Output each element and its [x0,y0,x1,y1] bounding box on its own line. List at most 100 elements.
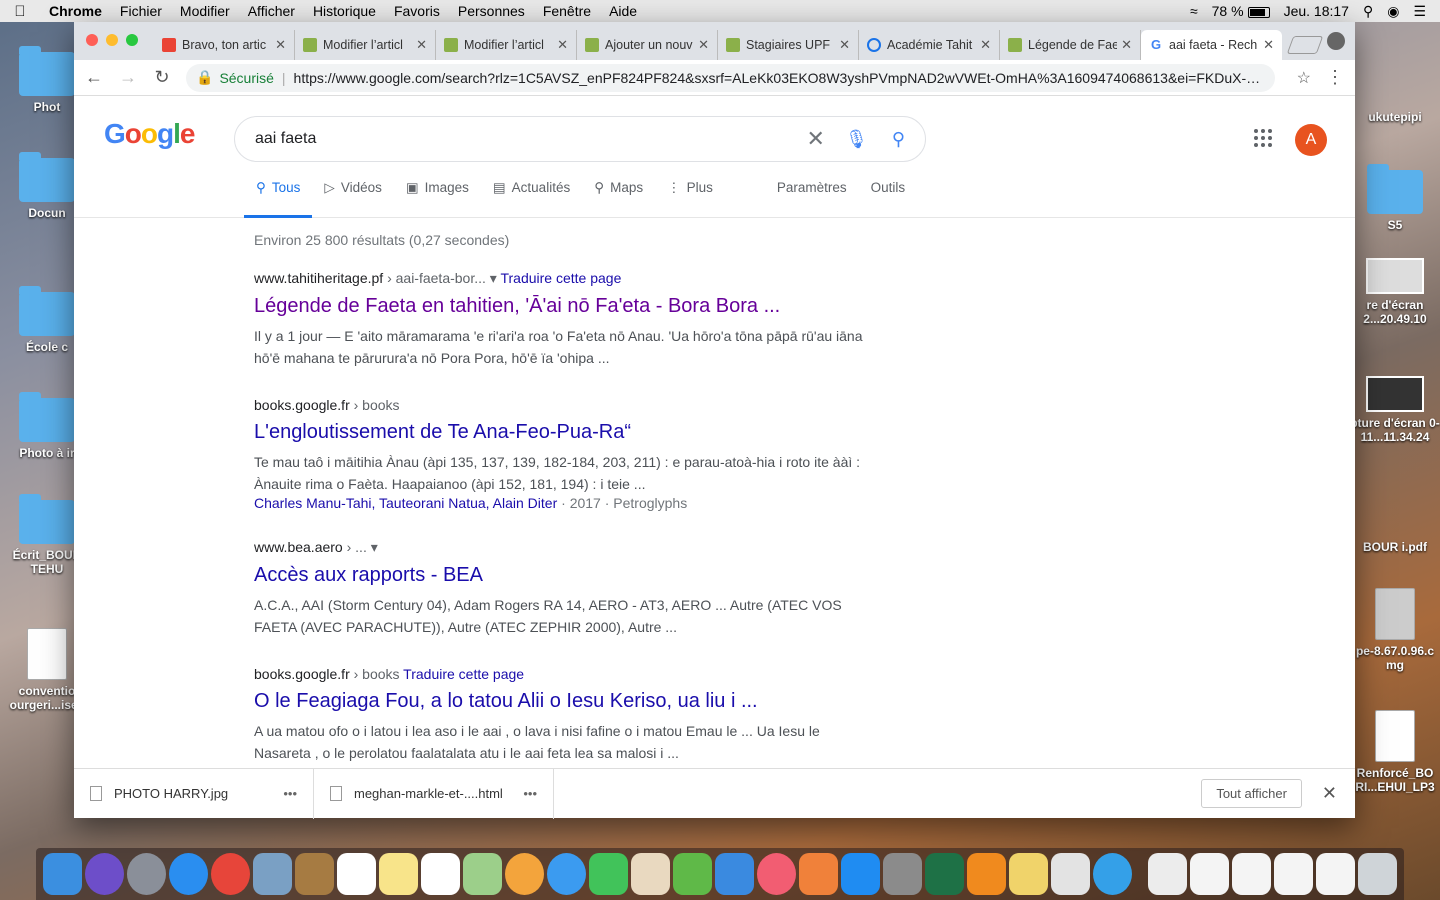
notification-center-icon[interactable]: ☰ [1413,3,1426,20]
facetime-icon[interactable] [589,853,628,895]
tab-plus[interactable]: ⋮ Plus [655,180,725,218]
tab-maps[interactable]: ⚲ Maps [582,180,655,218]
search-box[interactable]: aai faeta ✕ 🎙 ⚲ [234,116,926,162]
photo-booth-icon[interactable] [631,853,670,895]
wifi-icon[interactable]: ≈ [1190,3,1198,19]
siri-icon[interactable] [85,853,124,895]
close-icon[interactable]: ✕ [1322,783,1337,804]
apple-icon[interactable]:  [0,3,40,20]
back-arrow-icon[interactable]: ← [84,67,104,88]
tab-parametres[interactable]: Paramètres [765,180,859,218]
search-input[interactable]: aai faeta [255,130,807,148]
itunes-icon[interactable] [757,853,796,895]
close-tab-icon[interactable]: ✕ [416,37,427,53]
browser-tab[interactable]: Ajouter un nouv ✕ [577,30,718,60]
grapher-icon[interactable] [1051,853,1090,895]
result-title-link[interactable]: L'engloutissement de Te Ana-Feo-Pua-Ra“ [254,419,874,445]
numbers-icon[interactable] [673,853,712,895]
document-icon[interactable] [1274,853,1313,895]
safari-icon[interactable] [169,853,208,895]
result-site[interactable]: www.bea.aero [254,539,343,555]
menu-item-favoris[interactable]: Favoris [385,3,449,19]
reload-icon[interactable]: ↻ [152,67,172,88]
zoom-window-button[interactable] [126,34,138,46]
excel-icon[interactable] [925,853,964,895]
translate-link[interactable]: Traduire cette page [500,270,621,286]
contacts-icon[interactable] [295,853,334,895]
browser-tab[interactable]: Légende de Fae ✕ [1000,30,1141,60]
profile-icon[interactable] [1327,32,1345,50]
browser-tab-active[interactable]: Gaai faeta - Rech ✕ [1141,30,1282,60]
document-icon[interactable] [1148,853,1187,895]
tab-outils[interactable]: Outils [859,180,918,218]
apps-grid-icon[interactable] [1254,129,1272,147]
browser-tab[interactable]: Modifier l’articl ✕ [295,30,436,60]
desktop-item[interactable]: Renforcé_BO RI...EHUI_LP3 [1350,710,1440,794]
close-tab-icon[interactable]: ✕ [1121,37,1132,53]
battery-status[interactable]: 78 % [1212,3,1270,19]
mail-icon[interactable] [253,853,292,895]
download-item[interactable]: PHOTO HARRY.jpg ••• [74,768,314,819]
result-title-link[interactable]: Accès aux rapports - BEA [254,562,874,588]
browser-tab[interactable]: Stagiaires UPF ✕ [718,30,859,60]
close-tab-icon[interactable]: ✕ [275,37,286,53]
result-site[interactable]: books.google.fr [254,397,350,413]
microphone-icon[interactable]: 🎙 [845,129,868,150]
vlc-icon[interactable] [967,853,1006,895]
tab-actualites[interactable]: ▤ Actualités [481,180,582,218]
tab-videos[interactable]: ▷ Vidéos [312,180,393,218]
tab-tous[interactable]: ⚲ Tous [244,180,313,218]
account-avatar[interactable]: A [1295,124,1327,156]
messages-icon[interactable] [547,853,586,895]
result-site[interactable]: books.google.fr [254,666,350,682]
translate-link[interactable]: Traduire cette page [403,666,524,682]
desktop-item[interactable]: BOUR i.pdf [1350,540,1440,554]
reminders-icon[interactable] [421,853,460,895]
desktop-item[interactable]: re d'écran 2...20.49.10 [1350,258,1440,326]
clear-icon[interactable]: ✕ [807,126,825,152]
close-tab-icon[interactable]: ✕ [557,37,568,53]
browser-tab[interactable]: Modifier l’articl ✕ [436,30,577,60]
close-tab-icon[interactable]: ✕ [698,37,709,53]
google-logo[interactable]: Google [104,118,195,150]
desktop-item[interactable]: pture d'écran 0-11...11.34.24 [1350,376,1440,444]
show-all-button[interactable]: Tout afficher [1201,779,1302,808]
clock[interactable]: Jeu. 18:17 [1284,3,1349,19]
result-title-link[interactable]: O le Feagiaga Fou, a lo tatou Alii o Ies… [254,688,874,714]
result-site[interactable]: www.tahitiheritage.pf [254,270,383,286]
calendar-icon[interactable] [337,853,376,895]
menu-item-fichier[interactable]: Fichier [111,3,171,19]
bookmark-star-icon[interactable]: ☆ [1297,68,1311,88]
forward-arrow-icon[interactable]: → [118,67,138,88]
desktop-item[interactable]: ukutepipi [1350,110,1440,124]
launchpad-icon[interactable] [127,853,166,895]
menu-item-modifier[interactable]: Modifier [171,3,239,19]
desktop-item[interactable]: S5 [1350,164,1440,232]
address-bar[interactable]: 🔒 Sécurisé | https://www.google.com/sear… [186,63,1275,92]
authors-links[interactable]: Charles Manu-Tahi, Tauteorani Natua, Ala… [254,495,557,511]
result-title-link[interactable]: Légende de Faeta en tahitien, 'Ā'ai nō F… [254,293,874,319]
close-window-button[interactable] [86,34,98,46]
menu-item-personnes[interactable]: Personnes [449,3,534,19]
document-icon[interactable] [1316,853,1355,895]
notes-icon[interactable] [379,853,418,895]
keynote-icon[interactable] [715,853,754,895]
app-store-icon[interactable] [841,853,880,895]
more-options-icon[interactable]: ••• [283,786,297,801]
system-preferences-icon[interactable] [883,853,922,895]
airdrop-icon[interactable] [1093,853,1132,895]
stickies-icon[interactable] [1009,853,1048,895]
close-tab-icon[interactable]: ✕ [980,37,991,53]
maps-icon[interactable] [463,853,502,895]
photos-icon[interactable] [505,853,544,895]
url-text[interactable]: https://www.google.com/search?rlz=1C5AVS… [294,70,1265,86]
menu-app-name[interactable]: Chrome [40,3,111,19]
close-tab-icon[interactable]: ✕ [839,37,850,53]
document-icon[interactable] [1190,853,1229,895]
menu-item-historique[interactable]: Historique [304,3,385,19]
search-icon[interactable]: ⚲ [892,129,905,150]
desktop-item[interactable]: pe-8.67.0.96.c mg [1350,588,1440,672]
spotlight-icon[interactable]: ⚲ [1363,3,1373,20]
menu-item-afficher[interactable]: Afficher [239,3,304,19]
finder-icon[interactable] [43,853,82,895]
